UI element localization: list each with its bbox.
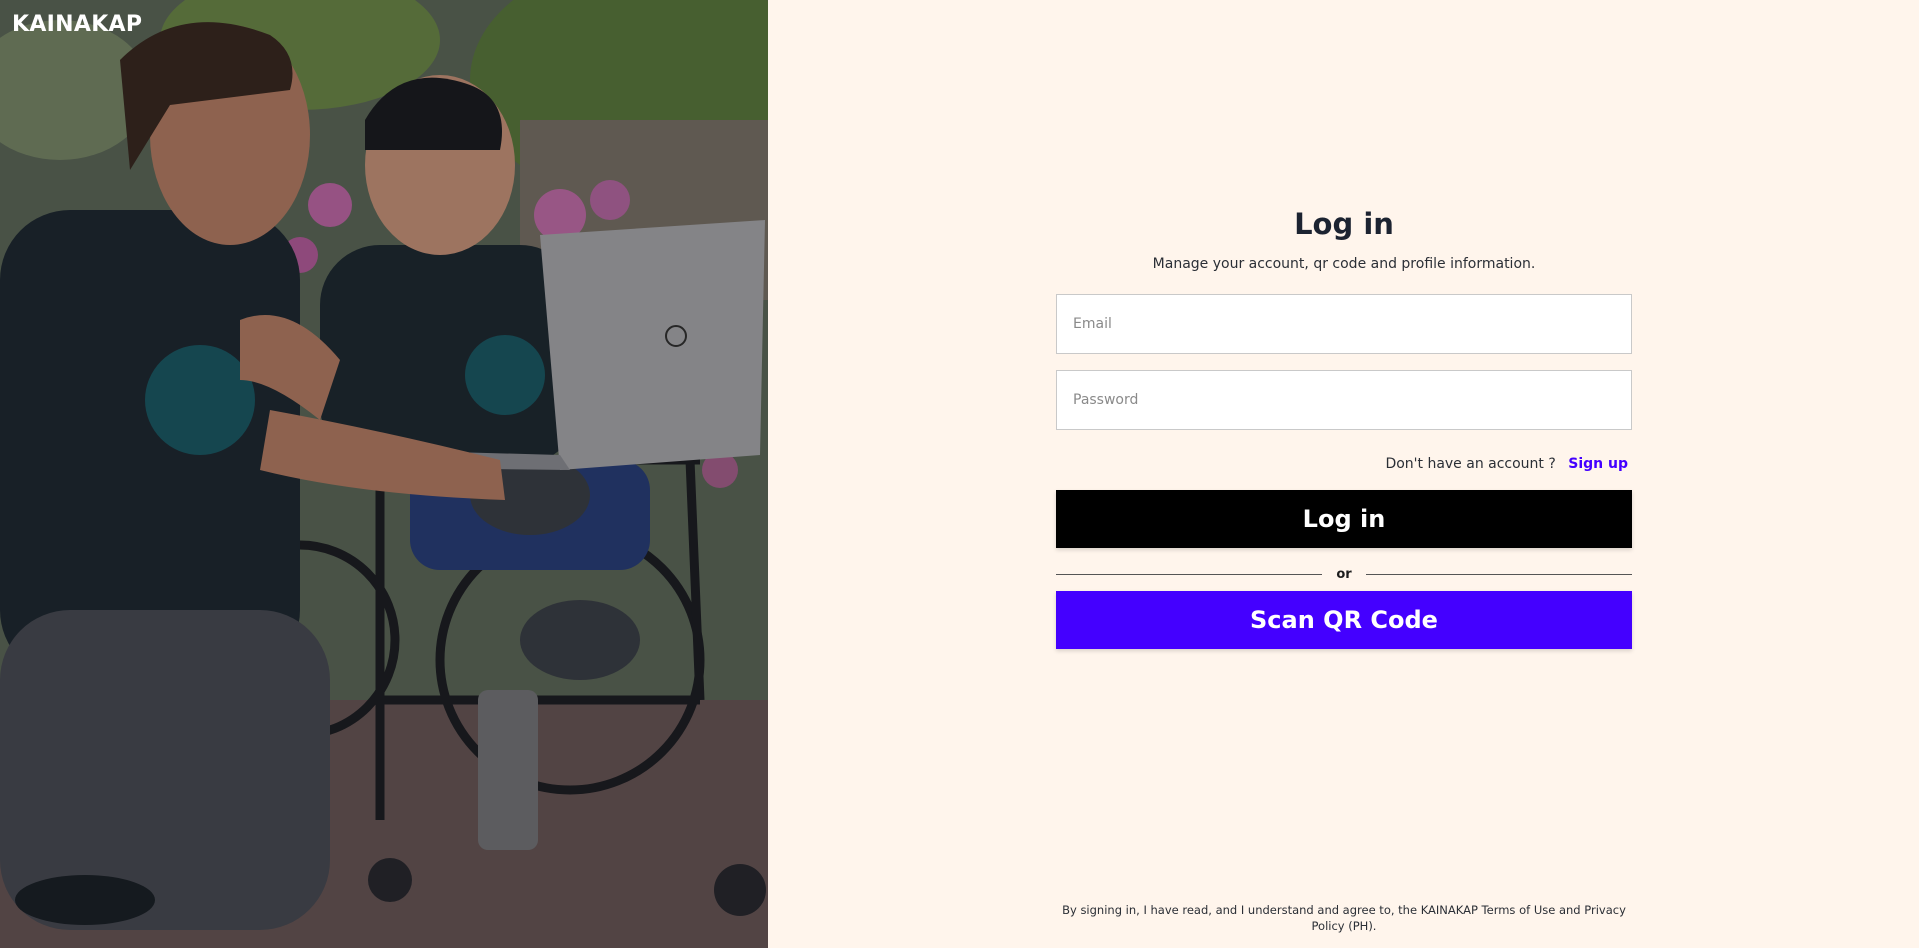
login-page: KAINAKAP Log in Manage your account, qr …: [0, 0, 1919, 948]
hero-photo-illustration: [0, 0, 768, 948]
login-form: Log in Manage your account, qr code and …: [1056, 204, 1632, 649]
signup-link[interactable]: Sign up: [1568, 456, 1628, 472]
legal-notice: By signing in, I have read, and I unders…: [1062, 903, 1626, 933]
divider-text: or: [1336, 566, 1352, 582]
page-subtitle: Manage your account, qr code and profile…: [1152, 256, 1536, 272]
signup-prompt: Don't have an account ?: [1385, 456, 1556, 472]
login-button[interactable]: Log in: [1056, 490, 1632, 548]
signup-row: Don't have an account ? Sign up: [1056, 454, 1632, 474]
or-divider: or: [1056, 564, 1632, 584]
page-title: Log in: [1294, 207, 1394, 241]
divider-line-left: [1056, 573, 1323, 575]
password-field[interactable]: [1056, 370, 1632, 430]
email-field[interactable]: [1056, 294, 1632, 354]
brand-logo[interactable]: KAINAKAP: [12, 12, 142, 37]
hero-photo: KAINAKAP: [0, 0, 768, 948]
login-panel: Log in Manage your account, qr code and …: [768, 0, 1919, 948]
divider-line-right: [1365, 573, 1632, 575]
scan-qr-code-button[interactable]: Scan QR Code: [1056, 591, 1632, 649]
